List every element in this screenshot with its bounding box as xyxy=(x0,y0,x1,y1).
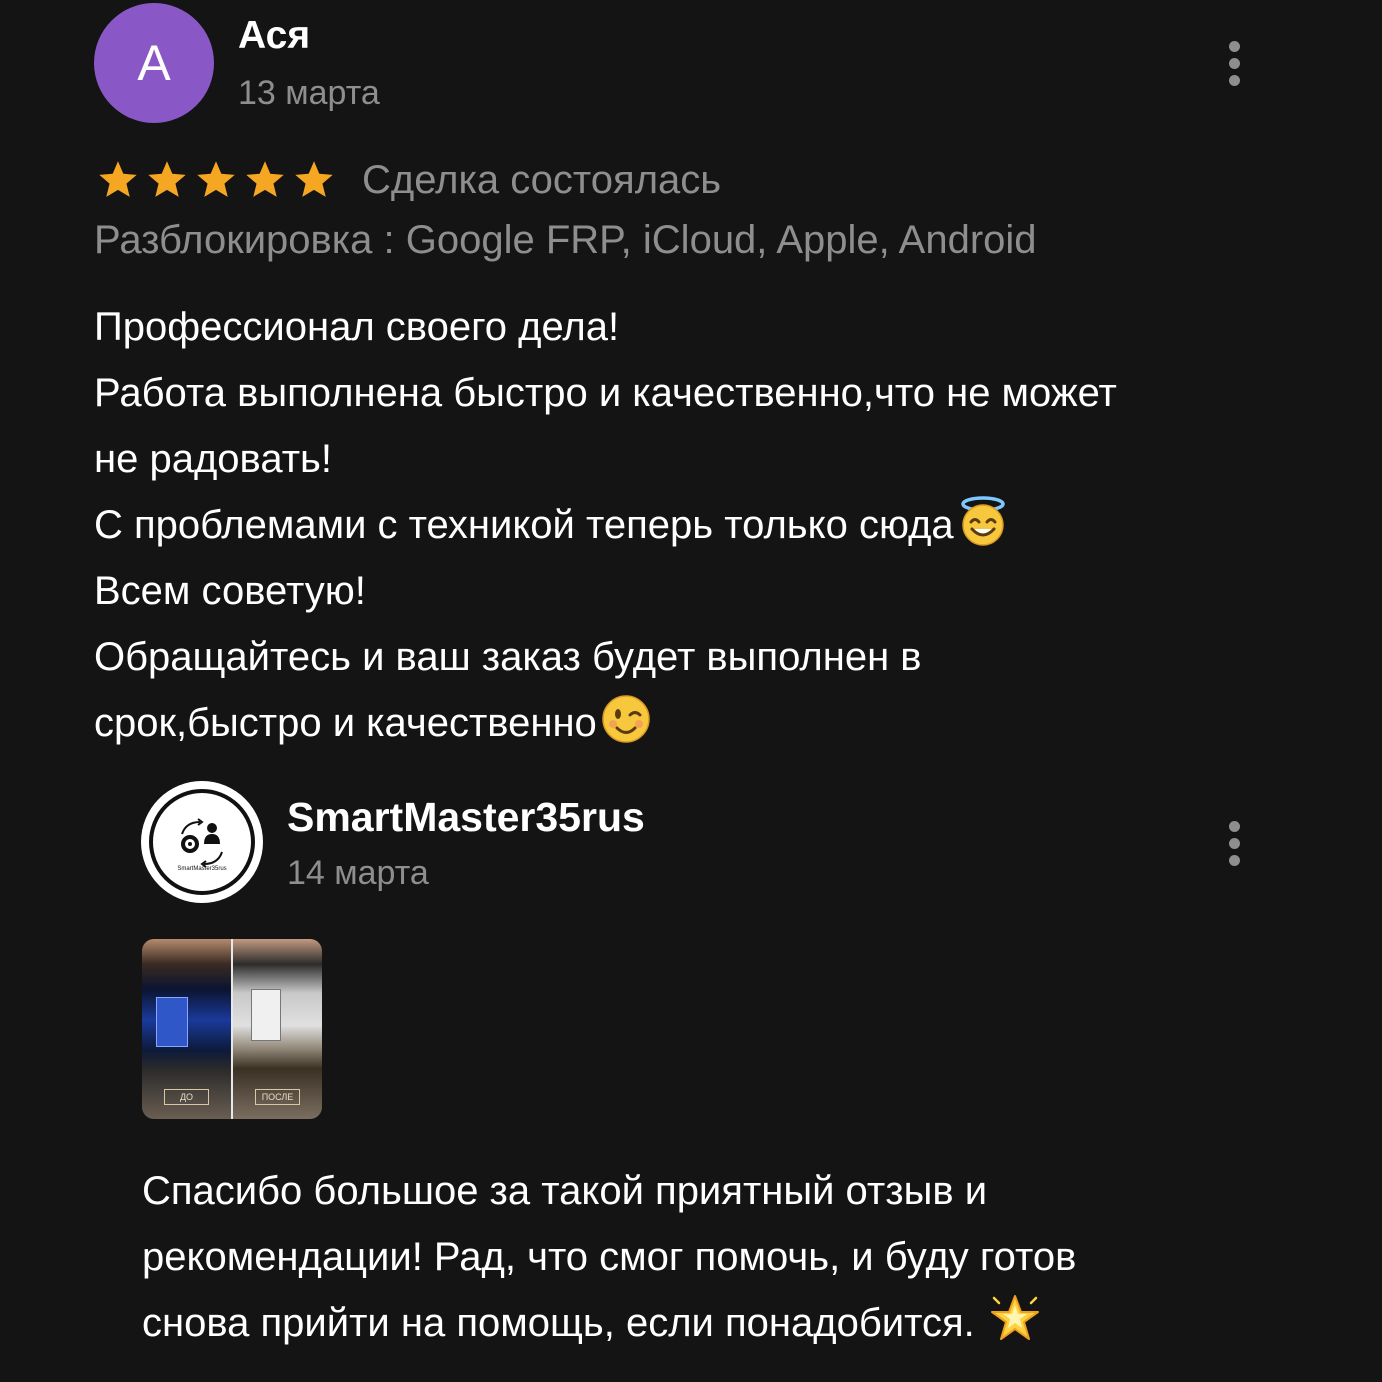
photo-phone-screen xyxy=(251,989,281,1041)
reply-text-line: рекомендации! Рад, что смог помочь, и бу… xyxy=(142,1235,1077,1279)
reviewer-avatar-letter: А xyxy=(137,35,171,91)
star-icon xyxy=(246,161,284,197)
review-text: Профессионал своего дела! Работа выполне… xyxy=(94,294,1324,756)
photo-tag-after: ПОСЛЕ xyxy=(255,1089,300,1105)
review-text-line: Всем советую! xyxy=(94,569,366,613)
review-text-line: срок,быстро и качественно xyxy=(94,701,597,745)
photo-phone-screen xyxy=(156,997,188,1047)
review-text-line-with-emoji: срок,быстро и качественно xyxy=(94,690,1324,756)
more-vertical-icon-dot xyxy=(1228,74,1240,86)
rating-stars xyxy=(96,158,336,202)
glowing-star-icon xyxy=(990,1295,1039,1340)
review-text-line: С проблемами с техникой теперь только сю… xyxy=(94,503,954,547)
star-icon xyxy=(99,161,137,197)
reviewer-avatar[interactable]: А xyxy=(94,3,214,123)
seller-avatar[interactable]: SmartMaster35rus xyxy=(141,781,263,903)
review-text-line: не радовать! xyxy=(94,437,332,481)
star-icon xyxy=(295,161,333,197)
seller-logo-label: SmartMaster35rus xyxy=(177,866,227,872)
seller-name[interactable]: SmartMaster35rus xyxy=(287,794,645,841)
reply-text-line-with-emoji: снова прийти на помощь, если понадобится… xyxy=(142,1290,1342,1356)
rating-row: Сделка состоялась xyxy=(96,154,721,206)
reply-text: Спасибо большое за такой приятный отзыв … xyxy=(142,1158,1342,1356)
review-more-button[interactable] xyxy=(1214,33,1254,93)
more-vertical-icon xyxy=(1228,820,1240,832)
review-date: 13 марта xyxy=(238,74,380,112)
photo-before: ДО xyxy=(142,939,231,1119)
more-vertical-icon-dot xyxy=(1228,854,1240,866)
photo-after: ПОСЛЕ xyxy=(233,939,322,1119)
more-vertical-icon-dot xyxy=(1228,57,1240,69)
review-screen: А Ася 13 марта Сделка состоялась Разблок… xyxy=(0,0,1382,1382)
winking-face-icon xyxy=(602,695,650,743)
more-vertical-icon-dot xyxy=(1228,837,1240,849)
star-icon xyxy=(197,161,235,197)
review-text-line-with-emoji: С проблемами с техникой теперь только сю… xyxy=(94,492,1324,558)
seller-logo: SmartMaster35rus xyxy=(149,789,255,895)
review-text-line: Профессионал своего дела! xyxy=(94,305,620,349)
deal-status: Сделка состоялась xyxy=(362,157,722,202)
reply-text-line: Спасибо большое за такой приятный отзыв … xyxy=(142,1169,988,1213)
photo-tag-before: ДО xyxy=(164,1089,209,1105)
gear-person-logo-icon xyxy=(181,818,223,868)
reply-text-line: снова прийти на помощь, если понадобится… xyxy=(142,1301,975,1345)
review-text-line: Работа выполнена быстро и качественно,чт… xyxy=(94,371,1117,415)
reply-more-button[interactable] xyxy=(1214,813,1254,873)
service-name[interactable]: Разблокировка : Google FRP, iCloud, Appl… xyxy=(94,218,1037,263)
reviewer-name[interactable]: Ася xyxy=(238,14,310,58)
reply-photo-thumbnail[interactable]: ДО ПОСЛЕ xyxy=(142,939,322,1119)
star-icon xyxy=(148,161,186,197)
reply-date: 14 марта xyxy=(287,854,429,892)
more-vertical-icon xyxy=(1228,40,1240,52)
smiling-face-with-halo-icon xyxy=(960,496,1005,546)
review-text-line: Обращайтесь и ваш заказ будет выполнен в xyxy=(94,635,922,679)
